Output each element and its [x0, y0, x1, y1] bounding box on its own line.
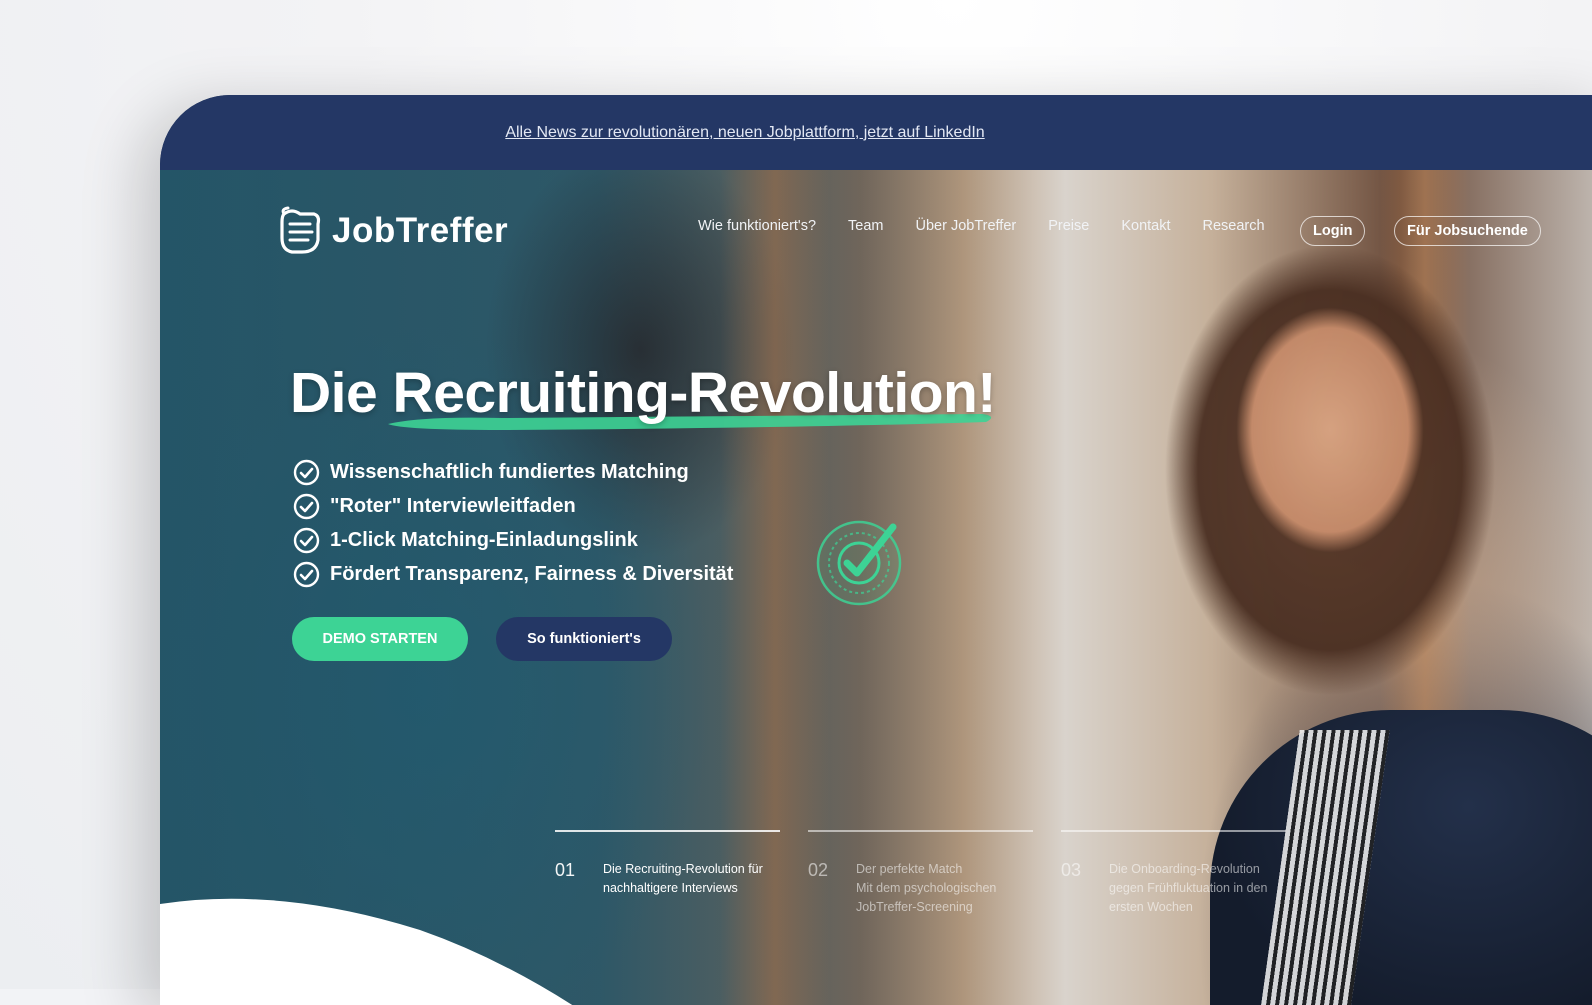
step-item[interactable]: 01 Die Recruiting-Revolution für nachhalt… [555, 830, 780, 917]
step-item[interactable]: 03 Die Onboarding-Revolution gegen Frühfl… [1061, 830, 1286, 917]
website-frame: Alle News zur revolutionären, neuen Jobp… [160, 95, 1592, 1005]
step-description: Der perfekte Match Mit dem psychologische… [856, 862, 997, 914]
nav-how-it-works[interactable]: Wie funktioniert's? [698, 218, 816, 234]
feature-label: Fördert Transparenz, Fairness & Diversit… [330, 562, 734, 585]
nav-team[interactable]: Team [848, 218, 883, 234]
step-description: Die Recruiting-Revolution für nachhaltige… [603, 862, 763, 895]
nav-contact[interactable]: Kontakt [1121, 218, 1170, 234]
brand-logo[interactable]: JobTreffer [278, 206, 508, 256]
announcement-bar: Alle News zur revolutionären, neuen Jobp… [160, 95, 1592, 170]
feature-item: Fördert Transparenz, Fairness & Diversit… [293, 557, 733, 591]
feature-item: 1-Click Matching-Einladungslink [293, 523, 733, 557]
nav-about[interactable]: Über JobTreffer [915, 218, 1016, 234]
feature-list: Wissenschaftlich fundiertes Matching "Ro… [293, 455, 733, 591]
step-number: 01 [555, 860, 576, 880]
check-circle-icon [293, 493, 320, 519]
handshake-icon [280, 206, 321, 254]
check-circle-icon [293, 527, 320, 553]
nav-pricing[interactable]: Preise [1048, 218, 1089, 234]
step-item[interactable]: 02 Der perfekte Match Mit dem psychologis… [808, 830, 1033, 917]
login-button[interactable]: Login [1300, 216, 1366, 246]
step-number: 02 [808, 860, 829, 880]
step-number: 03 [1061, 860, 1082, 880]
feature-label: "Roter" Interviewleitfaden [330, 494, 576, 517]
feature-label: Wissenschaftlich fundiertes Matching [330, 460, 689, 483]
hero-section: JobTreffer Wie funktioniert's? Team Über… [160, 170, 1592, 1005]
brand-name: JobTreffer [332, 211, 509, 250]
feature-item: Wissenschaftlich fundiertes Matching [293, 455, 733, 489]
feature-item: "Roter" Interviewleitfaden [293, 489, 733, 523]
linkedin-news-link[interactable]: Alle News zur revolutionären, neuen Jobp… [505, 124, 984, 142]
step-description: Die Onboarding-Revolution gegen Frühflukt… [1109, 862, 1268, 914]
feature-label: 1-Click Matching-Einladungslink [330, 528, 638, 551]
demo-start-button[interactable]: DEMO STARTEN [292, 617, 468, 661]
how-it-works-button[interactable]: So funktioniert's [496, 617, 672, 661]
nav-research[interactable]: Research [1203, 218, 1265, 234]
jobseekers-button[interactable]: Für Jobsuchende [1394, 216, 1541, 246]
hero-headline: Die Recruiting-Revolution! [290, 361, 996, 425]
certified-seal-icon [816, 520, 902, 606]
steps-row: 01 Die Recruiting-Revolution für nachhalt… [555, 830, 1314, 917]
check-circle-icon [293, 459, 320, 485]
check-circle-icon [293, 561, 320, 587]
main-nav: Wie funktioniert's? Team Über JobTreffer… [698, 218, 1297, 234]
